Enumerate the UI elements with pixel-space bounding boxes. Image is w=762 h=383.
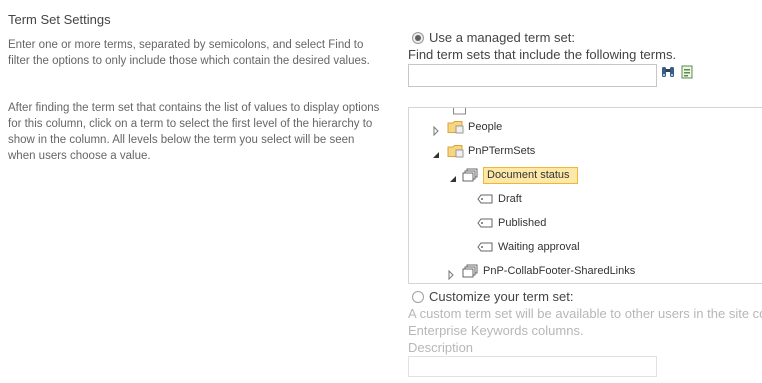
- term-set-icon: [462, 264, 479, 278]
- browse-terms-icon[interactable]: [681, 65, 695, 79]
- tree-node-waiting-approval[interactable]: Waiting approval: [477, 238, 580, 256]
- term-icon: [477, 192, 494, 206]
- term-icon: [477, 240, 494, 254]
- customize-radio-label: Customize your term set:: [429, 289, 574, 304]
- filter-instructions: Enter one or more terms, separated by se…: [8, 39, 370, 67]
- section-title: Term Set Settings: [8, 12, 111, 27]
- tree-node-label: People: [468, 121, 503, 133]
- selection-instructions: After finding the term set that contains…: [8, 102, 380, 162]
- term-icon: [477, 216, 494, 230]
- find-terms-input[interactable]: [408, 64, 657, 87]
- tree-node-published[interactable]: Published: [477, 214, 546, 232]
- customize-term-set-option[interactable]: Customize your term set:: [412, 289, 574, 304]
- description-label: Description: [408, 340, 474, 355]
- collapse-arrow-icon[interactable]: [448, 171, 458, 182]
- tree-node-label: Waiting approval: [498, 241, 580, 253]
- use-managed-term-set-option[interactable]: Use a managed term set:: [412, 30, 575, 45]
- expand-arrow-icon[interactable]: [446, 267, 456, 281]
- customize-radio[interactable]: [412, 290, 424, 303]
- tree-node-label: Published: [498, 217, 547, 229]
- managed-radio-label: Use a managed term set:: [429, 30, 575, 45]
- custom-term-set-note-line1: A custom term set will be available to o…: [408, 306, 762, 321]
- tree-node-draft[interactable]: Draft: [477, 190, 522, 208]
- tree-node-label: Draft: [498, 193, 522, 205]
- tree-node-pnp-collabfooter-sharedlinks[interactable]: PnP-CollabFooter-SharedLinks: [462, 262, 635, 280]
- term-set-icon: [462, 168, 479, 182]
- managed-radio[interactable]: [412, 31, 424, 44]
- tree-node-label: PnPTermSets: [468, 145, 536, 157]
- binoculars-icon[interactable]: [661, 65, 675, 79]
- tree-node-label: PnP-CollabFooter-SharedLinks: [483, 265, 636, 277]
- tree-node-document-status[interactable]: Document status: [462, 166, 578, 184]
- collapse-arrow-icon[interactable]: [431, 147, 441, 158]
- expand-arrow-icon[interactable]: [431, 123, 441, 137]
- folder-icon: [447, 144, 464, 158]
- custom-term-set-note-line2: Enterprise Keywords columns.: [408, 323, 584, 338]
- tree-node-people[interactable]: People: [447, 118, 502, 136]
- selected-term-set-label: Document status: [483, 166, 578, 184]
- tree-node-pnptermsets[interactable]: PnPTermSets: [447, 142, 535, 160]
- folder-icon: [447, 120, 464, 134]
- find-label: Find term sets that include the followin…: [408, 47, 677, 62]
- term-store-tree[interactable]: People PnPTermSets Document status Draft…: [408, 107, 762, 284]
- description-input[interactable]: [408, 356, 657, 377]
